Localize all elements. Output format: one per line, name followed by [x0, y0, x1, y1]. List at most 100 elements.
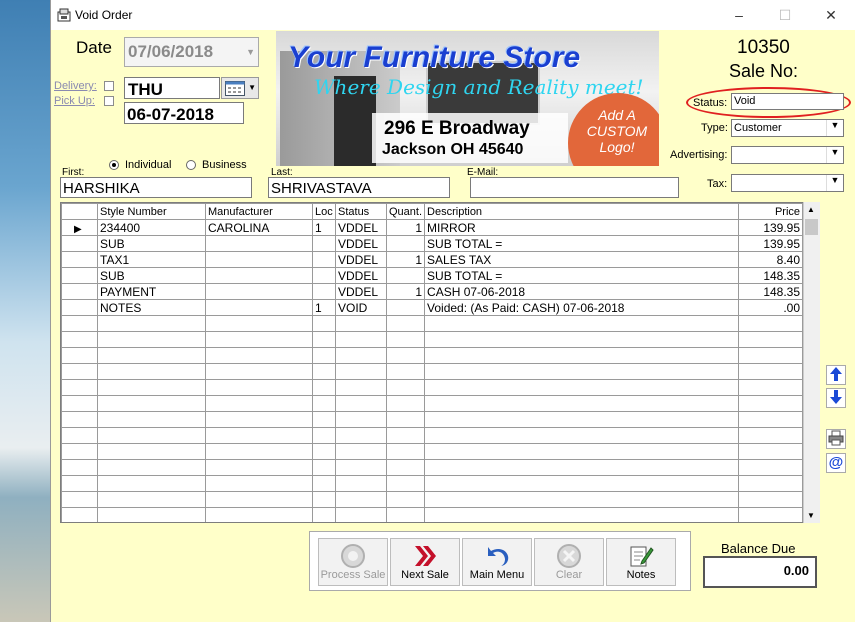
- cell-style-number[interactable]: [97, 507, 206, 522]
- cell-style-number[interactable]: [97, 331, 206, 348]
- cell-price[interactable]: [738, 475, 804, 492]
- cell-style-number[interactable]: [97, 315, 206, 332]
- tax-dropdown-icon[interactable]: ▼: [826, 175, 843, 191]
- cell-quantity[interactable]: [385, 443, 426, 460]
- table-row[interactable]: [61, 475, 804, 492]
- cell-loc[interactable]: [312, 411, 336, 428]
- column-header-quantity[interactable]: Quant.: [385, 203, 426, 220]
- cell-manufacturer[interactable]: [205, 507, 313, 522]
- cell-manufacturer[interactable]: [205, 459, 313, 476]
- cell-manufacturer[interactable]: [205, 379, 313, 396]
- cell-quantity[interactable]: [385, 363, 426, 380]
- cell-quantity[interactable]: [385, 459, 426, 476]
- cell-manufacturer[interactable]: [205, 331, 313, 348]
- cell-style-number[interactable]: NOTES: [97, 299, 206, 316]
- cell-quantity[interactable]: [385, 475, 426, 492]
- row-selector[interactable]: [61, 459, 98, 476]
- next-sale-button[interactable]: Next Sale: [390, 538, 460, 586]
- advertising-select[interactable]: ▼: [731, 146, 844, 164]
- cell-description[interactable]: [424, 491, 740, 508]
- cell-price[interactable]: 8.40: [738, 251, 804, 268]
- row-selector[interactable]: [61, 443, 98, 460]
- main-menu-button[interactable]: Main Menu: [462, 538, 532, 586]
- cell-manufacturer[interactable]: [205, 427, 313, 444]
- row-selector[interactable]: [61, 251, 98, 268]
- day-field[interactable]: THU: [124, 77, 220, 99]
- cell-style-number[interactable]: SUB: [97, 235, 206, 252]
- cell-description[interactable]: Voided: (As Paid: CASH) 07-06-2018: [424, 299, 740, 316]
- cell-price[interactable]: [738, 507, 804, 522]
- type-dropdown-icon[interactable]: ▼: [826, 120, 843, 136]
- cell-price[interactable]: [738, 411, 804, 428]
- cell-status[interactable]: [335, 315, 387, 332]
- column-header-manufacturer[interactable]: Manufacturer: [205, 203, 313, 220]
- cell-loc[interactable]: [312, 459, 336, 476]
- row-selector[interactable]: [61, 347, 98, 364]
- row-selector[interactable]: [61, 331, 98, 348]
- cell-status[interactable]: VDDEL: [335, 235, 387, 252]
- cell-quantity[interactable]: [385, 379, 426, 396]
- cell-status[interactable]: VDDEL: [335, 251, 387, 268]
- cell-style-number[interactable]: [97, 491, 206, 508]
- cell-quantity[interactable]: 1: [385, 219, 426, 236]
- cell-description[interactable]: [424, 315, 740, 332]
- cell-style-number[interactable]: [97, 443, 206, 460]
- cell-status[interactable]: [335, 459, 387, 476]
- cell-manufacturer[interactable]: CAROLINA: [205, 219, 313, 236]
- row-selector[interactable]: [61, 299, 98, 316]
- column-header-price[interactable]: Price: [738, 203, 804, 220]
- notes-button[interactable]: Notes: [606, 538, 676, 586]
- cell-quantity[interactable]: [385, 427, 426, 444]
- cell-loc[interactable]: [312, 363, 336, 380]
- date-field[interactable]: 07/06/2018 ▼: [124, 37, 259, 67]
- cell-style-number[interactable]: [97, 347, 206, 364]
- table-row[interactable]: [61, 459, 804, 476]
- cell-description[interactable]: SUB TOTAL =: [424, 235, 740, 252]
- cell-manufacturer[interactable]: [205, 491, 313, 508]
- table-row[interactable]: [61, 347, 804, 364]
- cell-style-number[interactable]: [97, 379, 206, 396]
- cell-manufacturer[interactable]: [205, 363, 313, 380]
- individual-radio[interactable]: [109, 160, 119, 170]
- cell-loc[interactable]: 1: [312, 299, 336, 316]
- cell-description[interactable]: MIRROR: [424, 219, 740, 236]
- column-header-loc[interactable]: Loc: [312, 203, 336, 220]
- cell-price[interactable]: [738, 379, 804, 396]
- cell-loc[interactable]: [312, 251, 336, 268]
- row-selector[interactable]: [61, 411, 98, 428]
- cell-quantity[interactable]: [385, 395, 426, 412]
- cell-status[interactable]: [335, 395, 387, 412]
- cell-price[interactable]: [738, 331, 804, 348]
- column-header-style-number[interactable]: Style Number: [97, 203, 206, 220]
- table-row[interactable]: NOTES 1 VOID Voided: (As Paid: CASH) 07-06-…: [61, 299, 804, 316]
- cell-loc[interactable]: [312, 283, 336, 300]
- table-row[interactable]: [61, 443, 804, 460]
- cell-quantity[interactable]: [385, 331, 426, 348]
- date-dropdown-icon[interactable]: ▼: [246, 47, 255, 57]
- cell-style-number[interactable]: [97, 459, 206, 476]
- table-row[interactable]: PAYMENT VDDEL 1 CASH 07-06-2018 148.35: [61, 283, 804, 300]
- row-selector[interactable]: [61, 507, 98, 522]
- table-row[interactable]: [61, 315, 804, 332]
- cell-style-number[interactable]: [97, 427, 206, 444]
- cell-status[interactable]: [335, 427, 387, 444]
- cell-price[interactable]: 148.35: [738, 267, 804, 284]
- table-row[interactable]: [61, 363, 804, 380]
- cell-loc[interactable]: [312, 379, 336, 396]
- cell-description[interactable]: [424, 459, 740, 476]
- cell-price[interactable]: [738, 315, 804, 332]
- table-row[interactable]: [61, 379, 804, 396]
- cell-status[interactable]: [335, 443, 387, 460]
- table-row[interactable]: SUB VDDEL SUB TOTAL = 148.35: [61, 267, 804, 284]
- table-row[interactable]: [61, 491, 804, 508]
- cell-quantity[interactable]: [385, 347, 426, 364]
- cell-price[interactable]: 139.95: [738, 235, 804, 252]
- process-sale-button[interactable]: Process Sale: [318, 538, 388, 586]
- clear-button[interactable]: Clear: [534, 538, 604, 586]
- cell-description[interactable]: SALES TAX: [424, 251, 740, 268]
- cell-manufacturer[interactable]: [205, 299, 313, 316]
- cell-status[interactable]: [335, 363, 387, 380]
- row-selector[interactable]: [61, 315, 98, 332]
- scroll-up-icon[interactable]: ▲: [807, 205, 815, 214]
- cell-status[interactable]: [335, 491, 387, 508]
